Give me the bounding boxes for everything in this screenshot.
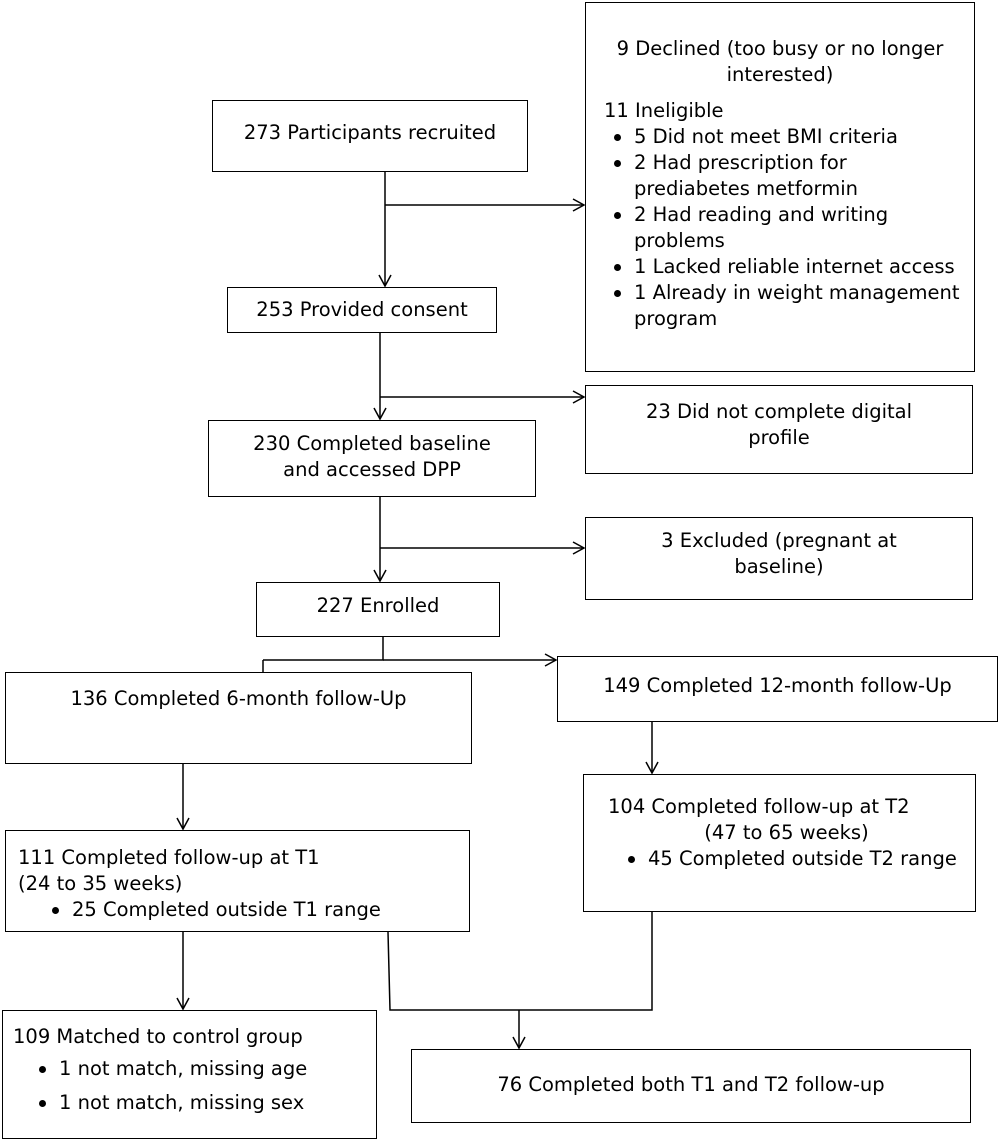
t2-title: 104 Completed follow-up at T2 bbox=[608, 795, 910, 818]
box-baseline: 230 Completed baseline and accessed DPP bbox=[208, 420, 536, 497]
box-enrolled: 227 Enrolled bbox=[256, 582, 500, 637]
ineligible-reason: 2 Had reading and writing problems bbox=[604, 202, 964, 254]
t1-title: 111 Completed follow-up at T1 bbox=[18, 846, 320, 869]
t2-range: (47 to 65 weeks) bbox=[704, 821, 869, 844]
t2-bullet: 45 Completed outside T2 range bbox=[618, 846, 965, 872]
ineligible-reason: 1 Already in weight management program bbox=[604, 280, 964, 332]
box-matched: 109 Matched to control group 1 not match… bbox=[2, 1010, 377, 1139]
box-excluded-recruitment: 9 Declined (too busy or no longer intere… bbox=[585, 2, 975, 372]
ineligible-reason: 2 Had prescription for prediabetes metfo… bbox=[604, 150, 964, 202]
box-t1: 111 Completed follow-up at T1 (24 to 35 … bbox=[5, 830, 470, 932]
box-6month: 136 Completed 6-month follow-Up bbox=[5, 672, 472, 764]
matched-title: 109 Matched to control group bbox=[13, 1025, 303, 1048]
matched-bullet: 1 not match, missing age bbox=[29, 1056, 368, 1082]
t1-bullet: 25 Completed outside T1 range bbox=[42, 897, 461, 923]
consent-text: 253 Provided consent bbox=[256, 298, 468, 321]
box-both: 76 Completed both T1 and T2 follow-up bbox=[411, 1049, 971, 1123]
declined-text: 9 Declined (too busy or no longer intere… bbox=[616, 37, 944, 86]
box-12month: 149 Completed 12-month follow-Up bbox=[557, 656, 998, 722]
box-recruited: 273 Participants recruited bbox=[212, 100, 528, 172]
enrolled-text: 227 Enrolled bbox=[316, 594, 440, 617]
ineligible-reason: 5 Did not meet BMI criteria bbox=[604, 124, 964, 150]
box-excluded-pregnant: 3 Excluded (pregnant at baseline) bbox=[585, 517, 973, 600]
t1-range: (24 to 35 weeks) bbox=[18, 872, 183, 895]
6month-text: 136 Completed 6-month follow-Up bbox=[70, 687, 407, 710]
12month-text: 149 Completed 12-month follow-Up bbox=[603, 674, 952, 697]
excluded-pregnant-text: 3 Excluded (pregnant at baseline) bbox=[661, 529, 897, 578]
baseline-line-2: and accessed DPP bbox=[283, 458, 461, 481]
excluded-profile-text: 23 Did not complete digital profile bbox=[645, 400, 913, 449]
connector-enrolled-split bbox=[263, 637, 384, 661]
ineligible-reason: 1 Lacked reliable internet access bbox=[604, 254, 964, 280]
matched-bullet: 1 not match, missing sex bbox=[29, 1090, 368, 1116]
box-t2: 104 Completed follow-up at T2 (47 to 65 … bbox=[583, 774, 976, 912]
ineligible-text: 11 Ineligible bbox=[604, 99, 724, 122]
both-text: 76 Completed both T1 and T2 follow-up bbox=[497, 1073, 885, 1096]
box-excluded-profile: 23 Did not complete digital profile bbox=[585, 385, 973, 474]
baseline-line-1: 230 Completed baseline bbox=[253, 432, 491, 455]
recruited-text: 273 Participants recruited bbox=[243, 121, 497, 144]
box-consent: 253 Provided consent bbox=[227, 287, 497, 333]
